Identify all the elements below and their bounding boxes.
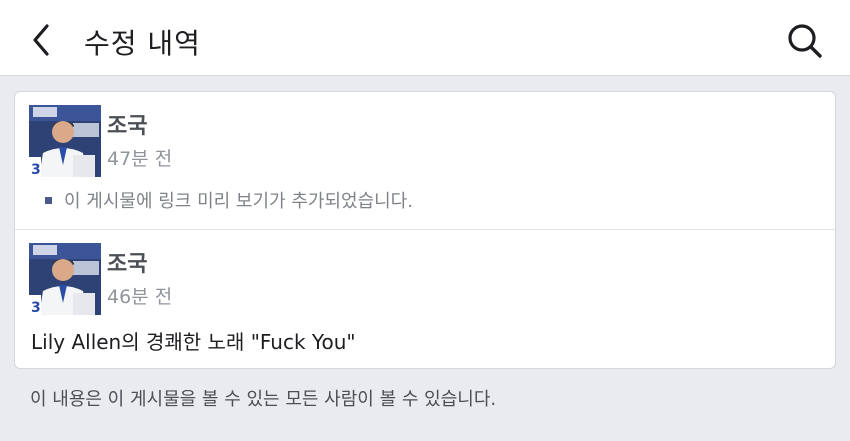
app-header: 수정 내역 <box>0 0 850 76</box>
avatar-image: 3 <box>29 243 101 315</box>
search-icon <box>788 24 822 58</box>
bullet-icon <box>45 197 52 204</box>
edit-note: 이 게시물에 링크 미리 보기가 추가되었습니다. <box>45 187 413 213</box>
avatar[interactable]: 3 <box>29 105 101 177</box>
post-text: Lily Allen의 경쾌한 노래 "Fuck You" <box>31 330 356 354</box>
history-entry: 3 조국 47분 전 이 게시물에 링크 미리 보기가 추가되었습니다. <box>15 92 835 230</box>
avatar-image: 3 <box>29 105 101 177</box>
edit-history-card: 3 조국 47분 전 이 게시물에 링크 미리 보기가 추가되었습니다. 3 조… <box>14 91 836 369</box>
edit-note-text: 이 게시물에 링크 미리 보기가 추가되었습니다. <box>64 191 413 212</box>
avatar[interactable]: 3 <box>29 243 101 315</box>
author-name[interactable]: 조국 <box>107 108 147 140</box>
author-name[interactable]: 조국 <box>107 246 147 278</box>
chevron-left-icon <box>33 24 49 56</box>
search-button[interactable] <box>784 20 824 60</box>
history-entry: 3 조국 46분 전 Lily Allen의 경쾌한 노래 "Fuck You" <box>15 230 835 369</box>
svg-text:3: 3 <box>31 300 41 315</box>
back-button[interactable] <box>22 20 62 60</box>
svg-text:3: 3 <box>31 162 41 177</box>
visibility-note: 이 내용은 이 게시물을 볼 수 있는 모든 사람이 볼 수 있습니다. <box>30 389 497 410</box>
timestamp[interactable]: 47분 전 <box>107 144 172 171</box>
timestamp[interactable]: 46분 전 <box>107 282 172 309</box>
page-title: 수정 내역 <box>84 27 201 60</box>
